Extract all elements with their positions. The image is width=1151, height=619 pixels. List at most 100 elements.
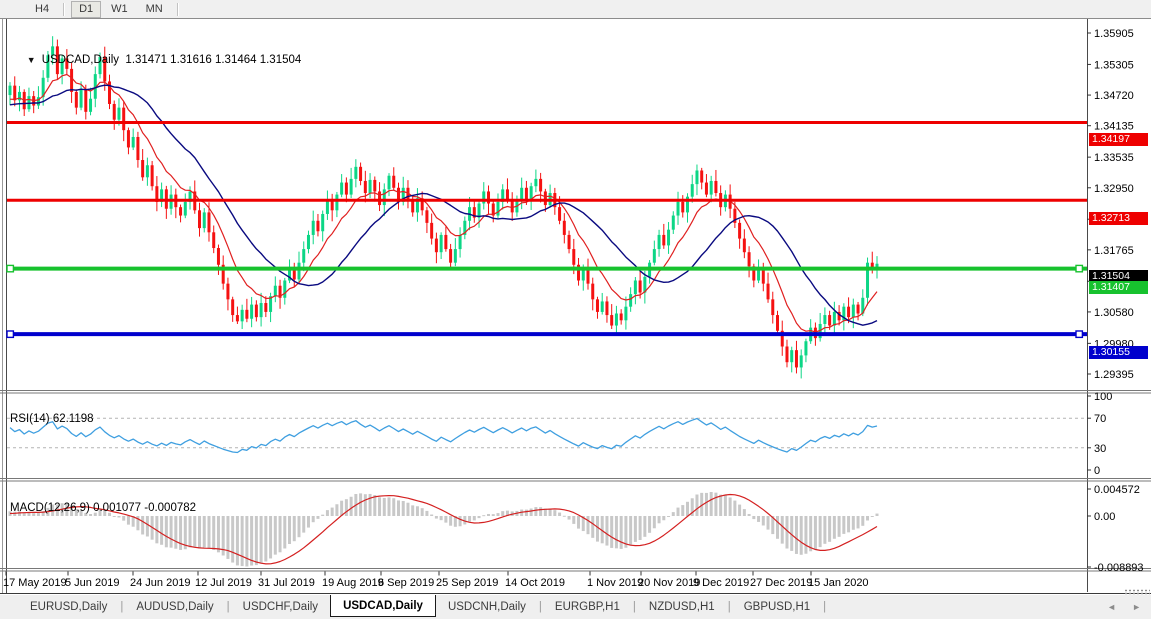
date-label: 12 Jul 2019 xyxy=(195,577,252,589)
line-badge-1-32713: 1.32713 xyxy=(1089,212,1148,225)
macd-bar xyxy=(705,493,708,516)
chevron-down-icon[interactable]: ▼ xyxy=(27,55,36,65)
line-badge-1-31407: 1.31407 xyxy=(1089,281,1148,294)
candle-body xyxy=(89,99,92,112)
candle-body xyxy=(84,90,87,112)
macd-indicator-label: MACD(12,26,9) 0.001077 -0.000782 xyxy=(10,502,196,514)
macd-bar xyxy=(288,516,291,544)
macd-bar xyxy=(117,516,120,517)
candle-body xyxy=(425,210,428,223)
macd-bar xyxy=(492,514,495,516)
timeframe-button-w1[interactable]: W1 xyxy=(103,1,136,18)
candle-body xyxy=(364,181,367,193)
tab-audusd-daily[interactable]: AUDUSD,Daily xyxy=(124,595,225,619)
candle-body xyxy=(634,280,637,294)
candle-body xyxy=(615,313,618,325)
tab-gbpusd-h1[interactable]: GBPUSD,H1 xyxy=(732,595,822,619)
candle-body xyxy=(662,235,665,245)
macd-bar xyxy=(714,493,717,516)
price-tick-label: 1.31765 xyxy=(1094,245,1134,257)
candle-body xyxy=(605,301,608,315)
toolbar-separator xyxy=(177,3,179,16)
candle-body xyxy=(151,165,154,186)
line-handle[interactable] xyxy=(7,331,13,337)
macd-bar xyxy=(207,516,210,548)
tab-usdcnh-daily[interactable]: USDCNH,Daily xyxy=(436,595,538,619)
date-label: 5 Jun 2019 xyxy=(65,577,119,589)
macd-bar xyxy=(89,514,92,516)
macd-bar xyxy=(269,516,272,558)
candle-body xyxy=(629,294,632,307)
candle-body xyxy=(369,180,372,193)
macd-bar xyxy=(496,513,499,516)
macd-bar xyxy=(738,505,741,516)
candle-body xyxy=(738,223,741,239)
candle-body xyxy=(250,305,253,319)
macd-bar xyxy=(828,516,831,542)
candle-body xyxy=(340,183,343,195)
tab-eurgbp-h1[interactable]: EURGBP,H1 xyxy=(543,595,632,619)
candle-body xyxy=(771,299,774,315)
candle-body xyxy=(563,221,566,235)
candle-body xyxy=(857,305,860,314)
macd-bar xyxy=(568,516,571,520)
macd-bar xyxy=(127,516,130,525)
line-handle[interactable] xyxy=(1076,265,1082,271)
macd-bar xyxy=(468,516,471,522)
macd-bar xyxy=(662,516,665,520)
candle-body xyxy=(132,137,135,147)
tab-scroll-right-icon[interactable]: ► xyxy=(1132,602,1141,612)
macd-bar xyxy=(838,516,841,537)
macd-bar xyxy=(402,501,405,516)
candle-body xyxy=(511,200,514,213)
macd-bar xyxy=(525,510,528,516)
candle-body xyxy=(122,108,125,131)
tab-usdchf-daily[interactable]: USDCHF,Daily xyxy=(231,595,330,619)
macd-bar xyxy=(335,504,338,516)
macd-bar xyxy=(724,495,727,516)
macd-bar xyxy=(260,516,263,563)
macd-scale-label: 0.00 xyxy=(1094,511,1115,523)
candle-body xyxy=(373,180,376,192)
candle-body xyxy=(179,207,182,215)
tab-scroll-left-icon[interactable]: ◄ xyxy=(1107,602,1116,612)
candle-body xyxy=(117,108,120,120)
tab-nzdusd-h1[interactable]: NZDUSD,H1 xyxy=(637,595,727,619)
date-label: 9 Dec 2019 xyxy=(693,577,749,589)
macd-bar xyxy=(876,514,879,516)
macd-bar xyxy=(212,516,215,550)
macd-bar xyxy=(814,516,817,550)
line-handle[interactable] xyxy=(7,265,13,271)
macd-bar xyxy=(695,494,698,516)
tab-usdcad-daily[interactable]: USDCAD,Daily xyxy=(330,595,436,617)
candle-body xyxy=(568,235,571,249)
line-handle[interactable] xyxy=(1076,331,1082,337)
macd-bar xyxy=(274,516,277,555)
timeframe-button-h4[interactable]: H4 xyxy=(27,1,57,18)
macd-bar xyxy=(241,516,244,566)
candle-body xyxy=(75,92,78,108)
timeframe-button-d1[interactable]: D1 xyxy=(71,1,101,18)
macd-bar xyxy=(842,516,845,534)
tab-separator: | xyxy=(633,595,636,619)
candle-body xyxy=(207,212,210,232)
macd-bar xyxy=(743,509,746,516)
macd-bar xyxy=(549,509,552,516)
macd-bar xyxy=(217,516,220,552)
macd-bar xyxy=(326,510,329,516)
macd-bar xyxy=(558,513,561,516)
macd-bar xyxy=(634,516,637,542)
tab-eurusd-daily[interactable]: EURUSD,Daily xyxy=(18,595,119,619)
date-label: 27 Dec 2019 xyxy=(750,577,812,589)
candle-body xyxy=(691,184,694,197)
macd-bar xyxy=(264,516,267,562)
timeframe-button-mn[interactable]: MN xyxy=(138,1,171,18)
candle-body xyxy=(212,232,215,248)
chart-canvas[interactable]: 1.359051.353051.347201.341351.335351.329… xyxy=(0,18,1151,595)
candle-body xyxy=(823,315,826,324)
candle-body xyxy=(80,90,83,108)
candle-body xyxy=(146,165,149,177)
macd-bar xyxy=(596,516,599,542)
macd-bar xyxy=(577,516,580,529)
candle-body xyxy=(184,202,187,216)
